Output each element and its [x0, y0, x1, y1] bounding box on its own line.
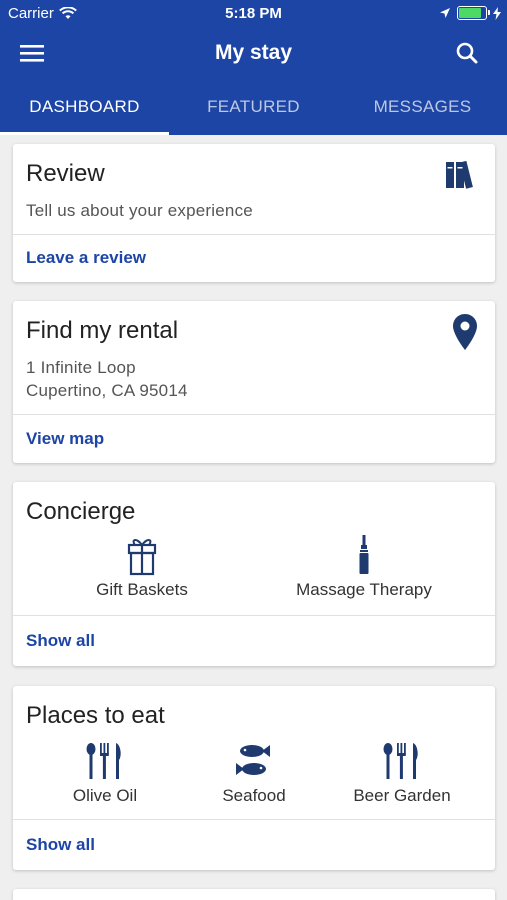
concierge-item-massage-therapy[interactable]: Massage Therapy	[279, 534, 449, 600]
rental-address-line1: 1 Infinite Loop	[26, 358, 136, 377]
gift-icon	[127, 539, 157, 576]
place-item-label: Beer Garden	[353, 786, 451, 805]
places-title: Places to eat	[26, 702, 165, 729]
tab-dashboard[interactable]: DASHBOARD	[0, 80, 169, 135]
app-bar: My stay	[0, 28, 507, 80]
rental-title: Find my rental	[26, 317, 179, 344]
review-card: Review Tell us about your experience Lea…	[13, 144, 495, 282]
concierge-show-all-link[interactable]: Show all	[26, 631, 95, 651]
status-bar: Carrier 5:18 PM	[0, 0, 507, 28]
leave-review-link[interactable]: Leave a review	[26, 248, 146, 268]
divider	[13, 615, 495, 616]
rental-card: Find my rental 1 Infinite Loop Cupertino…	[13, 301, 495, 463]
concierge-item-label: Massage Therapy	[296, 580, 432, 599]
massage-bottle-icon	[359, 535, 369, 574]
utensils-icon	[86, 743, 121, 779]
concierge-card: Concierge Gift Baskets Massage Therapy S…	[13, 482, 495, 666]
concierge-title: Concierge	[26, 498, 136, 525]
search-icon[interactable]	[451, 39, 485, 69]
concierge-item-label: Gift Baskets	[96, 580, 188, 599]
status-right	[439, 6, 501, 20]
fish-icon	[236, 745, 270, 775]
divider	[13, 414, 495, 415]
tab-bar: DASHBOARD FEATURED MESSAGES	[0, 80, 507, 135]
concierge-item-gift-baskets[interactable]: Gift Baskets	[57, 534, 227, 600]
charging-bolt-icon	[493, 6, 501, 20]
battery-icon	[457, 6, 490, 20]
tab-featured[interactable]: FEATURED	[169, 80, 338, 135]
place-item-seafood[interactable]: Seafood	[169, 740, 339, 806]
utensils-icon	[383, 743, 418, 779]
review-description: Tell us about your experience	[26, 201, 253, 220]
places-card: Places to eat Olive Oil Seafood Beer Gar…	[13, 686, 495, 870]
place-item-label: Olive Oil	[72, 786, 138, 805]
location-arrow-icon	[440, 8, 450, 18]
review-title: Review	[26, 160, 105, 187]
tab-messages[interactable]: MESSAGES	[338, 80, 507, 135]
view-map-link[interactable]: View map	[26, 429, 104, 449]
divider	[13, 819, 495, 820]
status-time: 5:18 PM	[225, 5, 282, 22]
place-item-label: Seafood	[222, 786, 286, 805]
next-card-partial	[13, 889, 495, 900]
place-item-beer-garden[interactable]: Beer Garden	[317, 740, 487, 806]
place-item-olive-oil[interactable]: Olive Oil	[20, 740, 190, 806]
map-pin-icon	[453, 314, 477, 350]
divider	[13, 234, 495, 235]
page-title: My stay	[214, 41, 293, 64]
places-show-all-link[interactable]: Show all	[26, 835, 95, 855]
rental-address-line2: Cupertino, CA 95014	[26, 381, 188, 400]
books-icon	[446, 160, 473, 189]
